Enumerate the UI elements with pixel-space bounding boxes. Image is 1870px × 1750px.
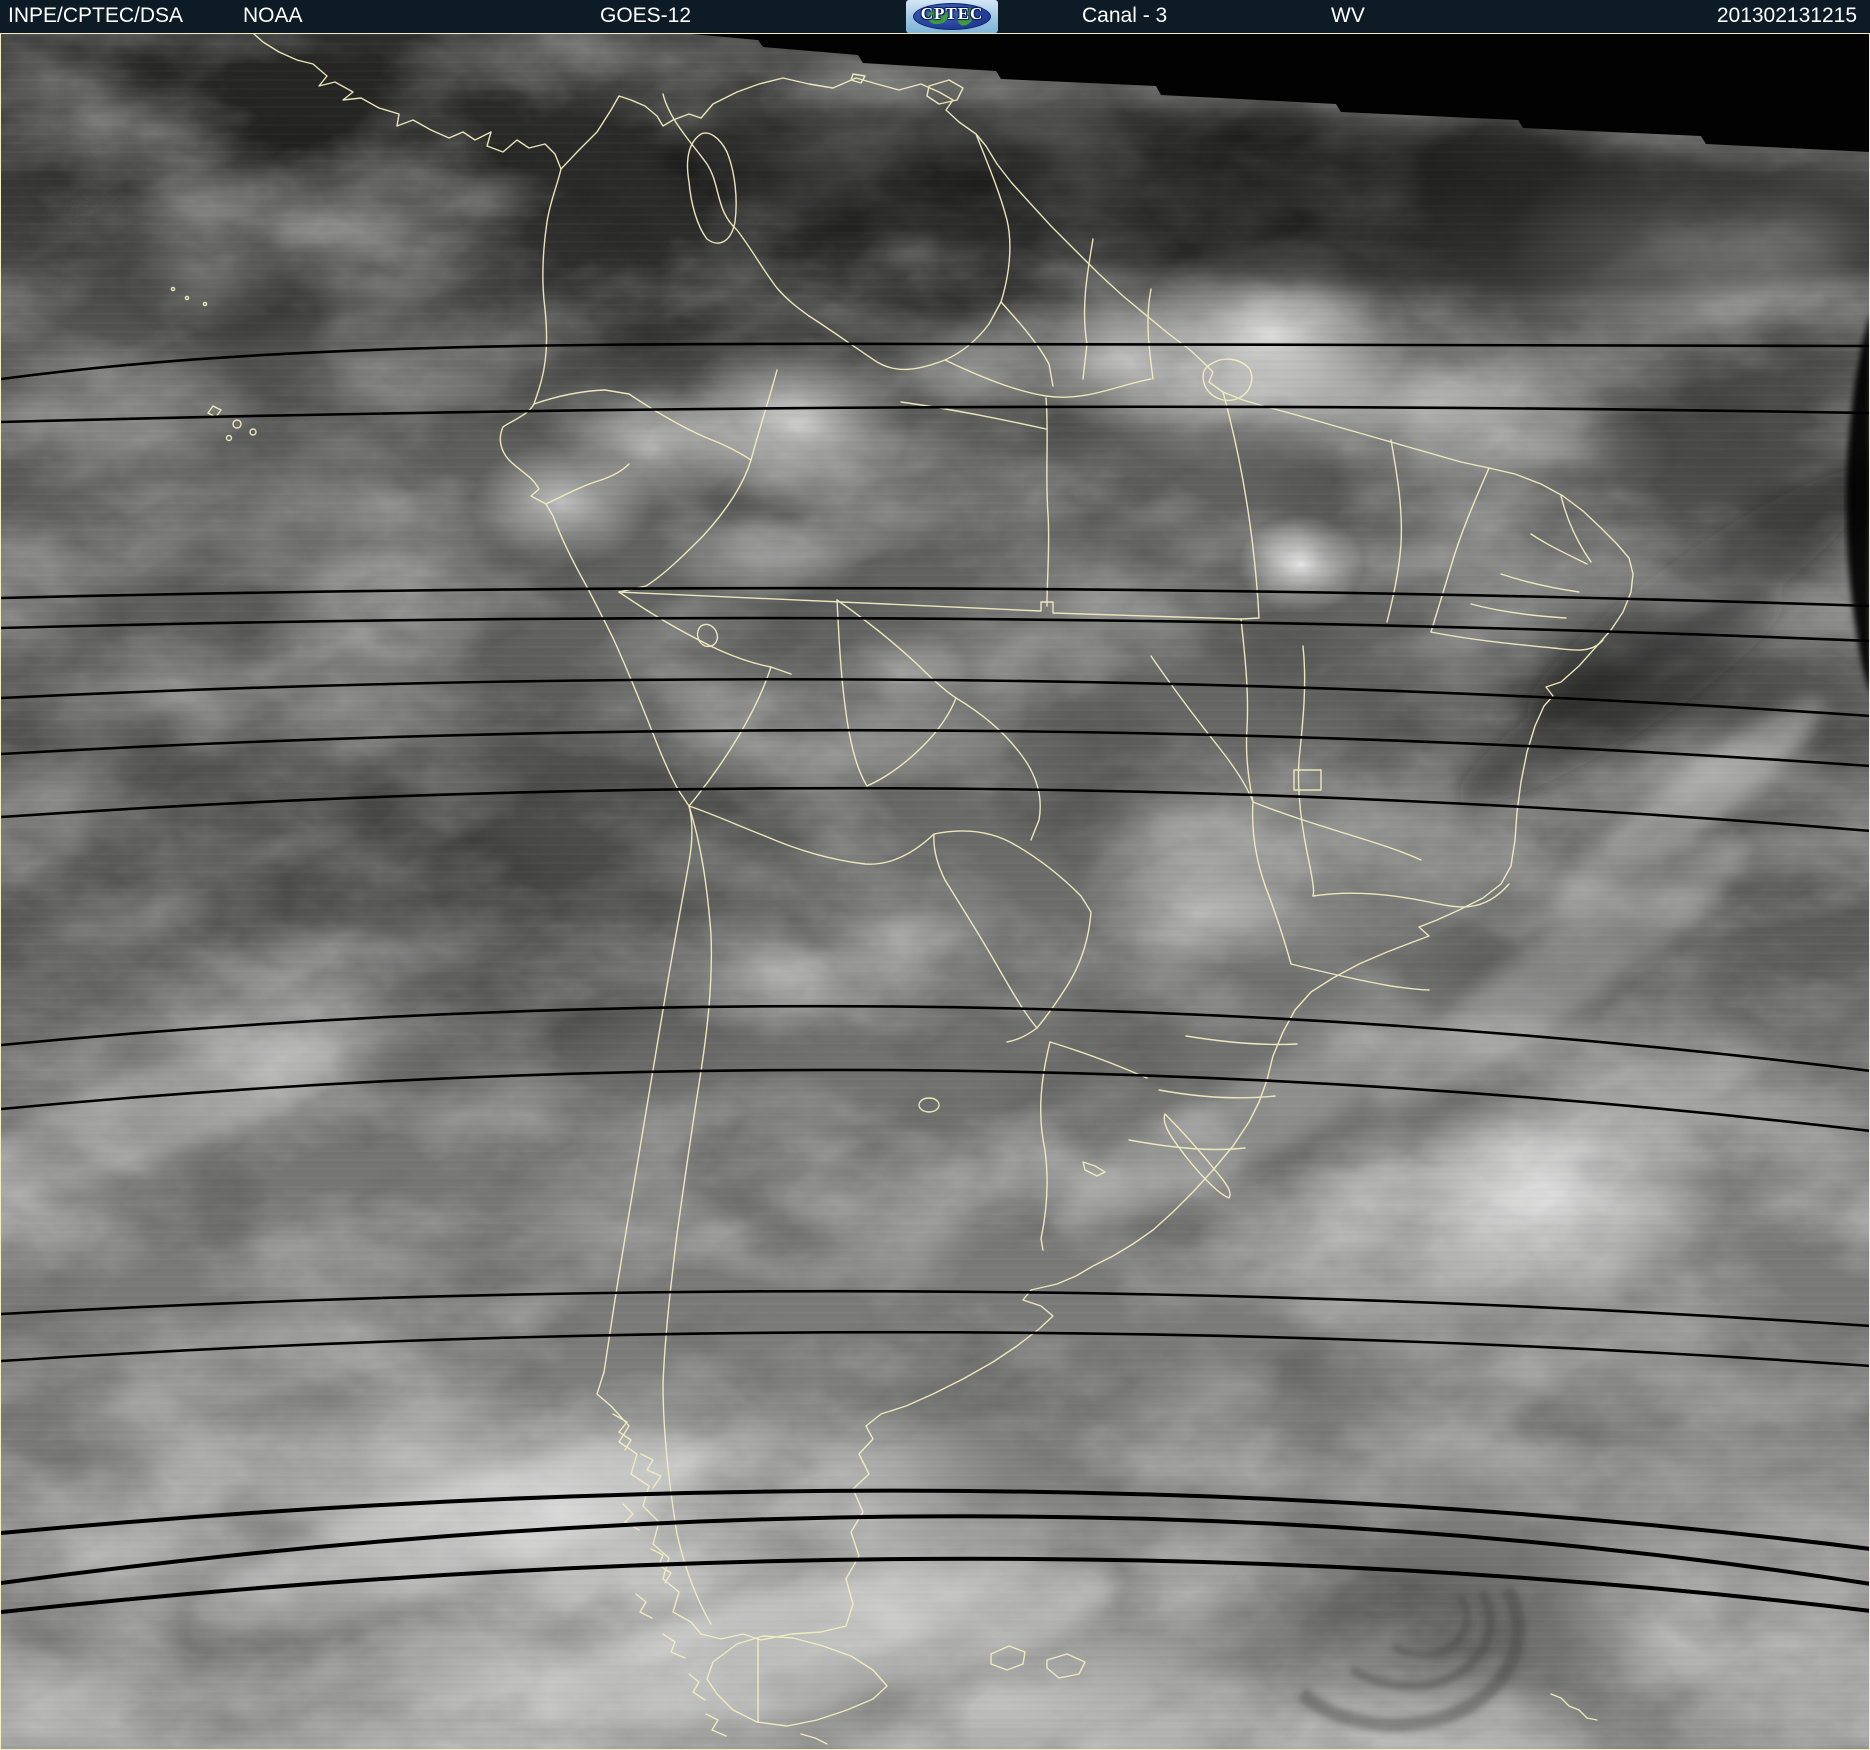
coastline-central-america bbox=[253, 34, 562, 170]
satellite-image bbox=[0, 33, 1870, 1750]
no-data-limb bbox=[1846, 318, 1869, 690]
overlay-svg bbox=[1, 34, 1869, 1749]
scan-line bbox=[1, 1488, 1869, 1551]
header-label-agency: INPE/CPTEC/DSA bbox=[8, 4, 184, 27]
header-label-band: WV bbox=[1331, 4, 1365, 27]
logo-text: CPTEC bbox=[920, 4, 984, 23]
scan-line bbox=[1, 1330, 1869, 1368]
scan-line bbox=[1, 786, 1869, 833]
header-label-noaa: NOAA bbox=[243, 4, 303, 27]
header-label-channel: Canal - 3 bbox=[1082, 4, 1168, 27]
scan-line bbox=[1, 405, 1869, 424]
header-label-timestamp: 201302131215 bbox=[1716, 4, 1857, 27]
scan-line bbox=[1, 342, 1869, 381]
country-borders bbox=[533, 93, 1242, 1625]
scan-line bbox=[1, 586, 1869, 608]
cloud-streaks bbox=[1, 103, 1869, 1730]
cptec-logo: CPTEC bbox=[906, 0, 998, 33]
scan-line bbox=[1, 1289, 1869, 1328]
coastline-south-america bbox=[499, 77, 1634, 1641]
islands bbox=[170, 73, 1598, 1721]
header-bar: INPE/CPTEC/DSA NOAA GOES-12 CPTEC Canal … bbox=[0, 0, 1870, 33]
spiral-arcs bbox=[1252, 1585, 1526, 1749]
header-label-satellite: GOES-12 bbox=[600, 4, 692, 27]
